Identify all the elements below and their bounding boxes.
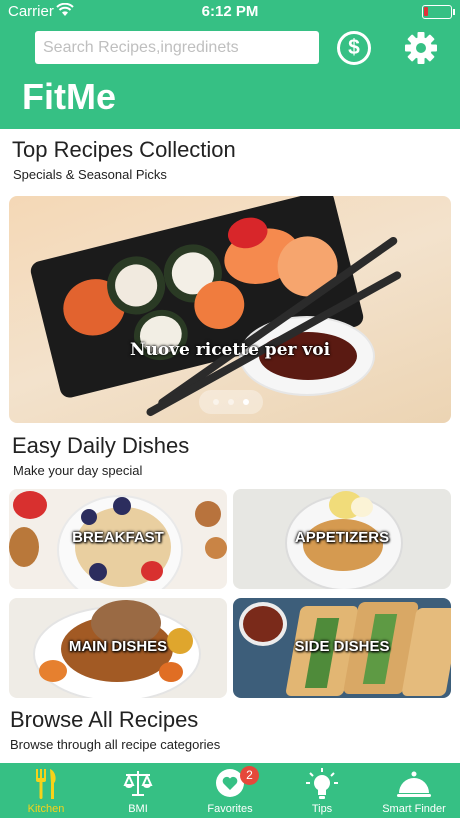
category-card-breakfast[interactable]: BREAKFAST (9, 489, 227, 589)
category-label: BREAKFAST (72, 529, 164, 546)
page-dot-active[interactable] (243, 399, 249, 405)
battery-level (424, 7, 428, 16)
tab-bar: Kitchen BMI 2 Favorites Tips Smart Finde… (0, 763, 460, 818)
page-dot[interactable] (228, 399, 234, 405)
category-label: APPETIZERS (294, 529, 390, 546)
tab-label: Tips (311, 803, 333, 815)
category-card-appetizers[interactable]: APPETIZERS (233, 489, 451, 589)
browse-subtitle: Browse through all recipe categories (10, 737, 221, 752)
tab-favorites[interactable]: 2 Favorites (184, 763, 276, 818)
lightbulb-icon (305, 767, 339, 804)
favorites-badge: 2 (240, 766, 259, 785)
top-recipes-subtitle: Specials & Seasonal Picks (13, 167, 167, 182)
category-card-main-dishes[interactable]: MAIN DISHES (9, 598, 227, 698)
battery-icon (422, 5, 455, 19)
page-indicator[interactable] (199, 390, 263, 414)
gear-icon[interactable] (403, 30, 439, 66)
tab-bmi[interactable]: BMI (92, 763, 184, 818)
clock: 6:12 PM (201, 3, 259, 20)
daily-dishes-title: Easy Daily Dishes (12, 433, 190, 458)
tab-label: BMI (128, 803, 148, 815)
tab-label: Smart Finder (382, 803, 446, 815)
category-card-side-dishes[interactable]: SIDE DISHES (233, 598, 451, 698)
app-header: $ FitMe (0, 24, 460, 129)
featured-banner[interactable]: Nuove ricette per voi (9, 196, 451, 423)
tab-smart-finder[interactable]: Smart Finder (368, 763, 460, 818)
category-label: SIDE DISHES (294, 638, 390, 655)
search-input[interactable] (35, 31, 319, 64)
dollar-icon[interactable]: $ (337, 31, 371, 65)
tab-label: Kitchen (27, 803, 65, 815)
cloche-icon (395, 767, 433, 804)
category-label: MAIN DISHES (68, 638, 168, 655)
tab-label: Favorites (207, 803, 253, 815)
banner-caption: Nuove ricette per voi (129, 340, 331, 360)
browse-title: Browse All Recipes (10, 707, 199, 732)
top-recipes-title: Top Recipes Collection (12, 137, 236, 162)
tab-tips[interactable]: Tips (276, 763, 368, 818)
daily-dishes-subtitle: Make your day special (13, 463, 143, 478)
fork-knife-icon (33, 767, 59, 804)
scale-icon (122, 767, 154, 802)
tab-kitchen[interactable]: Kitchen (0, 763, 92, 818)
main-content: Top Recipes Collection Specials & Season… (0, 129, 460, 763)
page-dot[interactable] (213, 399, 219, 405)
status-bar: Carrier 6:12 PM (0, 0, 460, 24)
app-brand: FitMe (22, 76, 116, 117)
